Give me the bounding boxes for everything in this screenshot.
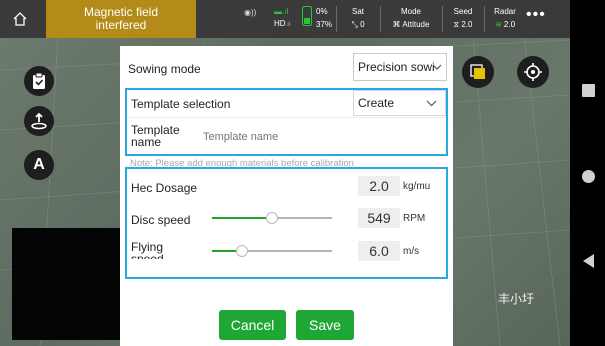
hourglass-icon: ⧖ [453,20,460,29]
divider [442,6,443,32]
wifi-signal-icon: ◉)) [244,8,257,17]
template-name-label: Template name [131,124,180,148]
flying-speed-label-line2: speed [131,252,164,259]
disc-speed-slider[interactable] [212,212,332,224]
more-menu-button[interactable]: ••• [526,6,546,24]
cancel-button[interactable]: Cancel [219,310,286,340]
sowing-mode-label: Sowing mode [128,62,201,76]
flying-speed-label: Flying speed [131,241,164,259]
layer-switch-button[interactable] [462,56,494,88]
hec-dosage-label: Hec Dosage [131,181,198,195]
save-button[interactable]: Save [296,310,354,340]
layers-icon [470,64,485,79]
template-section: Template selection Create Template name [125,88,448,156]
divider [484,6,485,32]
battery-top-pct: 0% [316,7,328,16]
radar-value: 2.0 [503,20,516,29]
attitude-icon: ⌘ [392,20,401,29]
seed-status: Seed ⧖ 2.0 [446,5,480,31]
sat-value: 0 [360,20,365,29]
template-select[interactable]: Create [353,90,446,116]
hd-label: HD [274,19,286,28]
template-name-input[interactable] [203,128,353,146]
disc-speed-unit: RPM [403,213,426,224]
slider-thumb[interactable] [236,245,248,257]
hd-link-status: ▬.ıl HD.ıl [274,7,291,28]
mode-value: Attitude [402,20,430,29]
sat-label: Sat [351,7,364,16]
sowing-settings-dialog: Sowing mode Precision sowi Template sele… [120,46,453,346]
template-selection-label: Template selection [131,97,231,111]
locate-button[interactable] [517,56,549,88]
divider [127,117,446,118]
chevron-down-icon [432,64,442,70]
warning-banner: Magnetic field interfered [46,0,196,38]
battery-readout: 0% 37% [316,5,332,31]
recent-apps-icon[interactable] [582,84,595,97]
radar-icon: ≋ [494,20,502,29]
seed-value: 2.0 [461,20,473,29]
mode-status: Mode ⌘ Attitude [384,5,438,31]
flying-speed-slider[interactable] [212,245,332,257]
sowing-mode-value: Precision sowi [358,60,435,74]
takeoff-button[interactable] [24,106,54,136]
seed-label: Seed [453,7,473,16]
slider-thumb[interactable] [266,212,278,224]
hec-dosage-unit: kg/mu [403,181,431,192]
sat-status: Sat ⤡ 0 [340,5,376,31]
mode-label: Mode [400,7,421,16]
template-name-label-line2: name [131,135,162,149]
flying-speed-unit: m/s [403,246,420,257]
divider [380,6,381,32]
hec-dosage-value[interactable]: 2.0 [358,176,400,196]
back-nav-icon[interactable] [583,254,594,268]
battery-icon [302,6,312,26]
warning-line2: interfered [95,18,147,32]
letter-a-icon: A [33,156,45,173]
radar-status: Radar ≋ 2.0 [488,5,522,31]
ab-mode-button[interactable]: A [24,150,54,180]
sowing-mode-select[interactable]: Precision sowi [353,53,447,81]
controller-icon: ▬.ıl [274,7,289,16]
camera-feed[interactable] [12,228,120,340]
home-icon [13,12,27,26]
home-button[interactable] [0,0,40,38]
template-select-value: Create [358,96,395,110]
battery-bottom-pct: 37% [316,20,333,29]
satellite-icon: ⤡ [351,20,358,29]
clipboard-check-icon [33,72,45,89]
radar-label: Radar [494,7,516,16]
home-nav-icon[interactable] [582,170,595,183]
disc-speed-value[interactable]: 549 [358,208,400,228]
status-bar: Magnetic field interfered ◉)) ▬.ıl HD.ıl… [0,0,570,38]
map-watermark: 丰小圩 [498,292,535,306]
dosage-section: Hec Dosage 2.0 kg/mu Disc speed 549 RPM … [125,167,448,279]
flying-speed-value[interactable]: 6.0 [358,241,400,261]
chevron-down-icon [426,100,437,107]
crosshair-icon [524,63,542,81]
takeoff-icon [31,112,47,130]
divider [336,6,337,32]
checklist-button[interactable] [24,66,54,96]
disc-speed-label: Disc speed [131,213,191,227]
